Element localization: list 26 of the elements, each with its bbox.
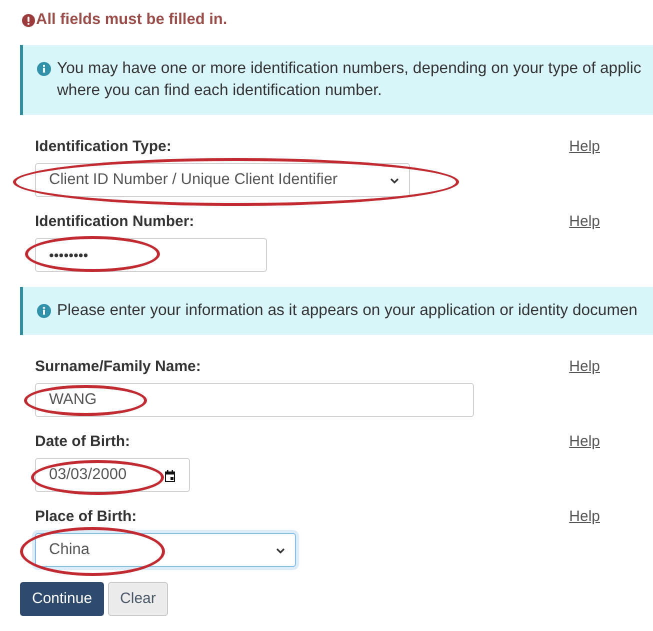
- help-link[interactable]: Help: [569, 357, 600, 377]
- error-message: All fields must be filled in.: [36, 10, 228, 30]
- help-link[interactable]: Help: [569, 212, 600, 232]
- date-field[interactable]: 03/03/2000: [35, 458, 190, 492]
- field-label: Identification Type:: [35, 137, 172, 157]
- calendar-icon: [165, 470, 175, 482]
- continue-button[interactable]: Continue: [20, 582, 104, 616]
- dropdown[interactable]: Client ID Number / Unique Client Identifier: [35, 163, 410, 197]
- info-text: Please enter your information as it appears on your application or identity documen: [57, 301, 638, 321]
- input-field[interactable]: WANG: [35, 383, 474, 417]
- field-label: Surname/Family Name:: [35, 357, 201, 377]
- help-link[interactable]: Help: [569, 137, 600, 157]
- info-icon: [37, 62, 51, 76]
- info-text: You may have one or more identification numbers, depending on your type of applic where you can find each identification number.: [57, 59, 642, 101]
- chevron-down-icon: [390, 178, 399, 184]
- chevron-down-icon: [276, 548, 285, 554]
- dropdown[interactable]: China: [35, 533, 296, 567]
- help-link[interactable]: Help: [569, 432, 600, 452]
- info-icon: [37, 304, 51, 318]
- field-label: Date of Birth:: [35, 432, 130, 452]
- password-field[interactable]: ••••••••: [35, 238, 267, 272]
- field-label: Place of Birth:: [35, 507, 137, 527]
- clear-button[interactable]: Clear: [108, 582, 168, 616]
- field-label: Identification Number:: [35, 212, 194, 232]
- help-link[interactable]: Help: [569, 507, 600, 527]
- error-icon: [22, 14, 35, 26]
